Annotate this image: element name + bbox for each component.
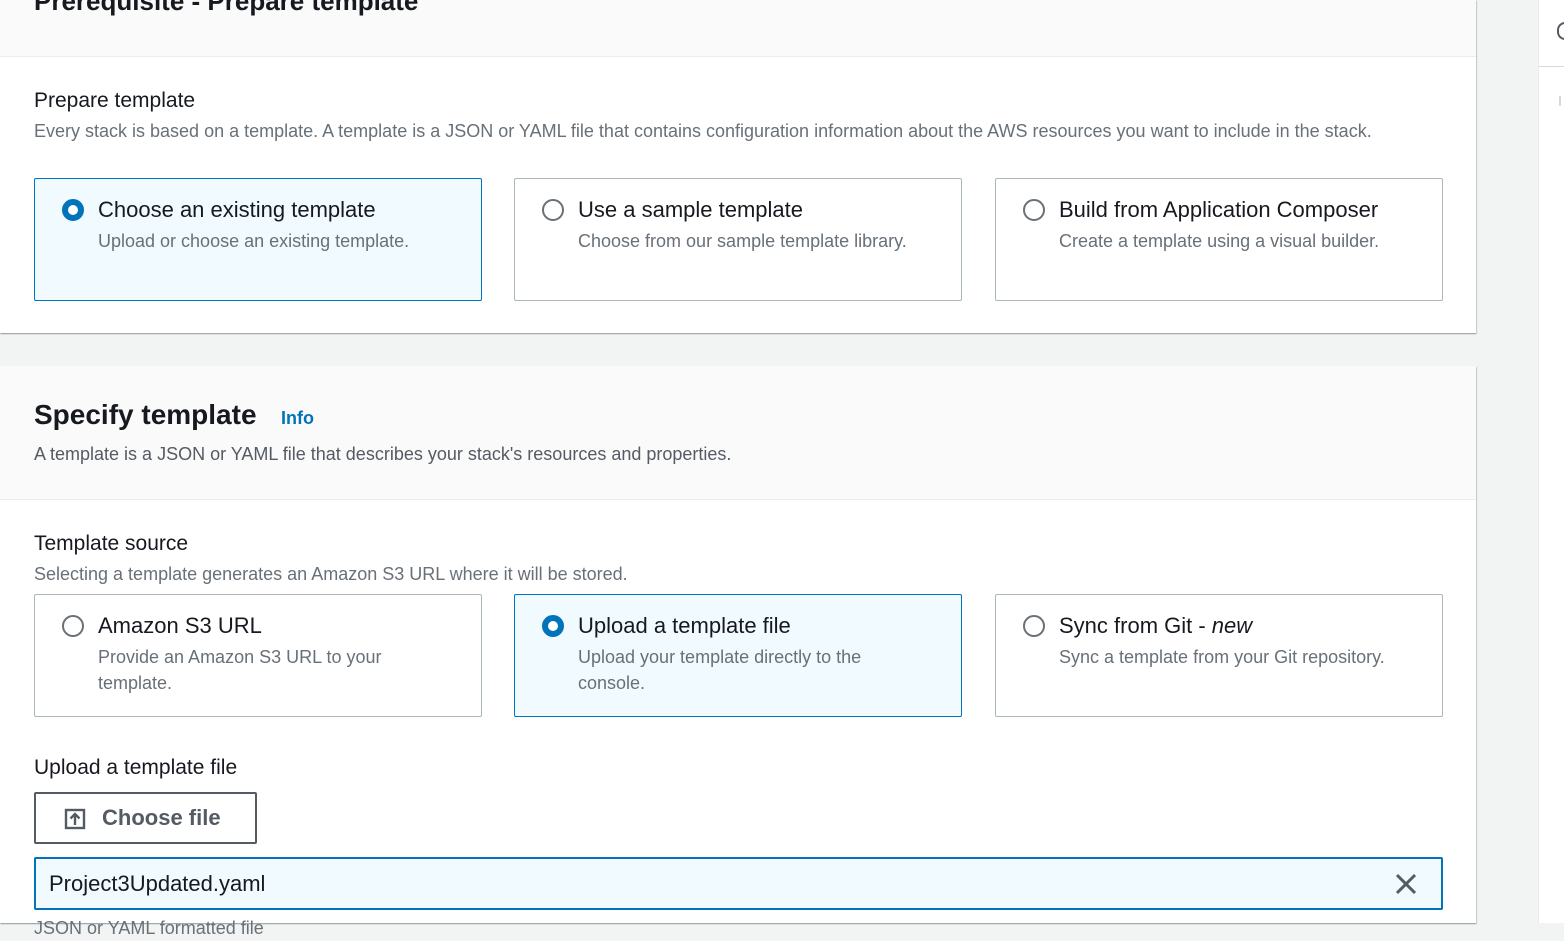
tile-description: Provide an Amazon S3 URL to your templat… xyxy=(98,647,382,693)
specify-template-header: Specify template Info A template is a JS… xyxy=(0,366,1476,500)
selected-file-token: Project3Updated.yaml xyxy=(34,857,1443,910)
template-source-description: Selecting a template generates an Amazon… xyxy=(34,564,628,584)
new-badge: new xyxy=(1211,613,1253,638)
template-source-label: Template source xyxy=(34,532,189,555)
tile-description: Choose from our sample template library. xyxy=(578,231,907,251)
radio-icon[interactable] xyxy=(1023,615,1045,637)
upload-icon xyxy=(64,808,86,830)
tile-title: Use a sample template xyxy=(578,197,803,222)
tile-title: Amazon S3 URL xyxy=(98,612,262,640)
tile-title: Upload a template file xyxy=(578,612,791,640)
radio-icon[interactable] xyxy=(542,199,564,221)
tile-title: Choose an existing template xyxy=(98,197,376,222)
info-link[interactable]: Info xyxy=(281,408,314,428)
tile-build-from-application-composer[interactable]: Build from Application Composer Create a… xyxy=(995,178,1443,301)
radio-icon[interactable] xyxy=(62,615,84,637)
tile-title: Build from Application Composer xyxy=(1059,197,1379,222)
prepare-template-label: Prepare template xyxy=(34,89,196,112)
tile-description: Upload or choose an existing template. xyxy=(98,231,410,251)
tile-description: Upload your template directly to the con… xyxy=(578,647,862,693)
prerequisite-header: Prerequisite - Prepare template xyxy=(0,0,1476,57)
choose-file-label: Choose file xyxy=(102,805,221,830)
upload-template-file-label: Upload a template file xyxy=(34,756,238,779)
specify-template-title: Specify template xyxy=(34,399,257,430)
radio-icon[interactable] xyxy=(1023,199,1045,221)
tile-title-text: Amazon S3 URL xyxy=(98,613,262,638)
specify-template-container: Specify template Info A template is a JS… xyxy=(0,366,1476,938)
selected-file-name: Project3Updated.yaml xyxy=(49,871,266,896)
tools-panel-edge[interactable] xyxy=(1538,0,1564,923)
page-gutter xyxy=(1476,0,1538,923)
tile-amazon-s3-url[interactable]: Amazon S3 URL Provide an Amazon S3 URL t… xyxy=(34,594,482,717)
tile-use-sample-template[interactable]: Use a sample template Choose from our sa… xyxy=(514,178,962,301)
tile-sync-from-git[interactable]: Sync from Git - new Sync a template from… xyxy=(995,594,1443,717)
tile-title-text: Upload a template file xyxy=(578,613,791,638)
tile-title: Sync from Git - new xyxy=(1059,612,1252,640)
tile-description: Create a template using a visual builder… xyxy=(1059,231,1380,251)
radio-icon[interactable] xyxy=(62,199,84,221)
file-format-hint: JSON or YAML formatted file xyxy=(34,918,264,938)
radio-icon[interactable] xyxy=(542,615,564,637)
tile-description: Sync a template from your Git repository… xyxy=(1059,647,1385,667)
prerequisite-container: Prerequisite - Prepare template Prepare … xyxy=(0,0,1476,333)
panel-secondary-icon xyxy=(1559,96,1564,106)
tile-title-text: Sync from Git - xyxy=(1059,613,1212,638)
panel-toggle-icon[interactable] xyxy=(1557,22,1564,40)
tile-upload-template-file[interactable]: Upload a template file Upload your templ… xyxy=(514,594,962,717)
tile-choose-existing-template[interactable]: Choose an existing template Upload or ch… xyxy=(34,178,482,301)
specify-template-description: A template is a JSON or YAML file that d… xyxy=(34,444,732,464)
prepare-template-description: Every stack is based on a template. A te… xyxy=(34,121,1372,141)
panel-divider xyxy=(1539,66,1564,67)
close-icon[interactable] xyxy=(1392,870,1420,898)
prerequisite-title: Prerequisite - Prepare template xyxy=(34,0,419,16)
choose-file-button[interactable]: Choose file xyxy=(34,792,257,844)
